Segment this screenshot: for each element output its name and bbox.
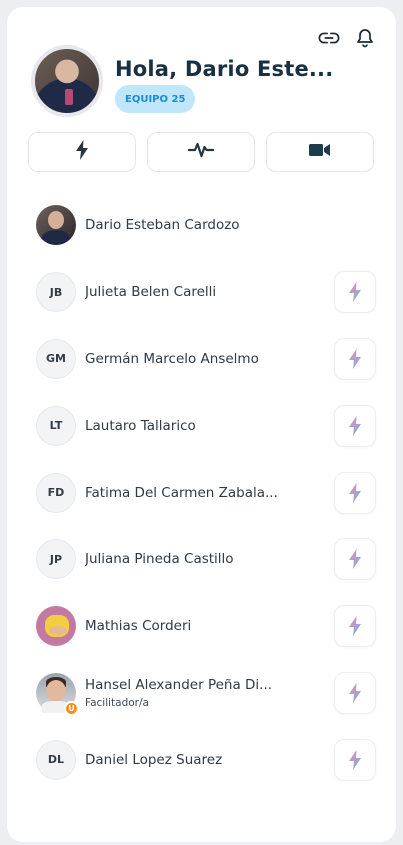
energy-button[interactable] <box>28 132 136 172</box>
member-name: Julieta Belen Carelli <box>85 284 217 301</box>
activity-button[interactable] <box>147 132 255 172</box>
member-name: Mathias Corderi <box>85 618 192 635</box>
list-item[interactable]: U Hansel Alexander Peña Di... Facilitado… <box>7 660 396 727</box>
list-item[interactable]: Dario Esteban Cardozo <box>7 192 396 259</box>
member-name: Daniel Lopez Suarez <box>85 751 223 768</box>
member-name: Juliana Pineda Castillo <box>85 551 234 568</box>
video-call-button[interactable] <box>266 132 374 172</box>
member-name: Hansel Alexander Peña Di... <box>85 676 273 693</box>
bell-icon[interactable] <box>354 27 376 49</box>
member-name: Fatima Del Carmen Zabala... <box>85 484 278 501</box>
avatar-initials: JP <box>36 539 76 580</box>
greeting-title: Hola, Dario Este... <box>115 57 334 81</box>
send-energy-button[interactable] <box>334 538 376 581</box>
bolt-icon <box>349 282 361 303</box>
send-energy-button[interactable] <box>334 404 376 447</box>
list-item[interactable]: Mathias Corderi <box>7 593 396 660</box>
avatar-initials: DL <box>36 739 76 780</box>
team-badge: EQUIPO 25 <box>115 85 196 113</box>
avatar-initials: JB <box>36 272 76 313</box>
list-item[interactable]: DL Daniel Lopez Suarez <box>7 726 396 793</box>
bolt-icon <box>349 549 361 570</box>
bolt-icon <box>349 415 361 436</box>
list-item[interactable]: JB Julieta Belen Carelli <box>7 259 396 326</box>
bolt-icon <box>349 749 361 770</box>
avatar: U <box>36 672 79 716</box>
send-energy-button[interactable] <box>334 271 376 314</box>
list-item[interactable]: FD Fatima Del Carmen Zabala... <box>7 459 396 526</box>
send-energy-button[interactable] <box>334 605 376 648</box>
avatar-initials: FD <box>36 472 76 513</box>
send-energy-button[interactable] <box>334 738 376 781</box>
avatar <box>36 606 76 647</box>
list-item[interactable]: GM Germán Marcelo Anselmo <box>7 326 396 393</box>
bolt-icon <box>349 482 361 503</box>
facilitator-badge: U <box>64 700 79 716</box>
link-icon[interactable] <box>318 27 340 49</box>
member-role: Facilitador/a <box>85 696 149 709</box>
avatar-initials: GM <box>36 338 76 379</box>
member-list: Dario Esteban Cardozo JB Julieta Belen C… <box>7 192 396 793</box>
team-card: Hola, Dario Este... EQUIPO 25 Dario Este… <box>7 7 396 842</box>
member-name: Dario Esteban Cardozo <box>85 217 240 234</box>
bolt-icon <box>75 140 89 164</box>
member-name: Lautaro Tallarico <box>85 417 196 434</box>
send-energy-button[interactable] <box>334 671 376 714</box>
bolt-icon <box>349 682 361 703</box>
list-item[interactable]: LT Lautaro Tallarico <box>7 392 396 459</box>
video-camera-icon <box>309 142 331 162</box>
activity-pulse-icon <box>187 141 215 163</box>
avatar <box>36 205 76 246</box>
avatar-initials: LT <box>36 405 76 446</box>
bolt-icon <box>349 348 361 369</box>
header-icons <box>318 27 376 49</box>
send-energy-button[interactable] <box>334 337 376 380</box>
member-name: Germán Marcelo Anselmo <box>85 350 259 367</box>
bolt-icon <box>349 616 361 637</box>
action-bar <box>28 132 374 172</box>
send-energy-button[interactable] <box>334 471 376 514</box>
list-item[interactable]: JP Juliana Pineda Castillo <box>7 526 396 593</box>
user-avatar[interactable] <box>31 45 103 117</box>
